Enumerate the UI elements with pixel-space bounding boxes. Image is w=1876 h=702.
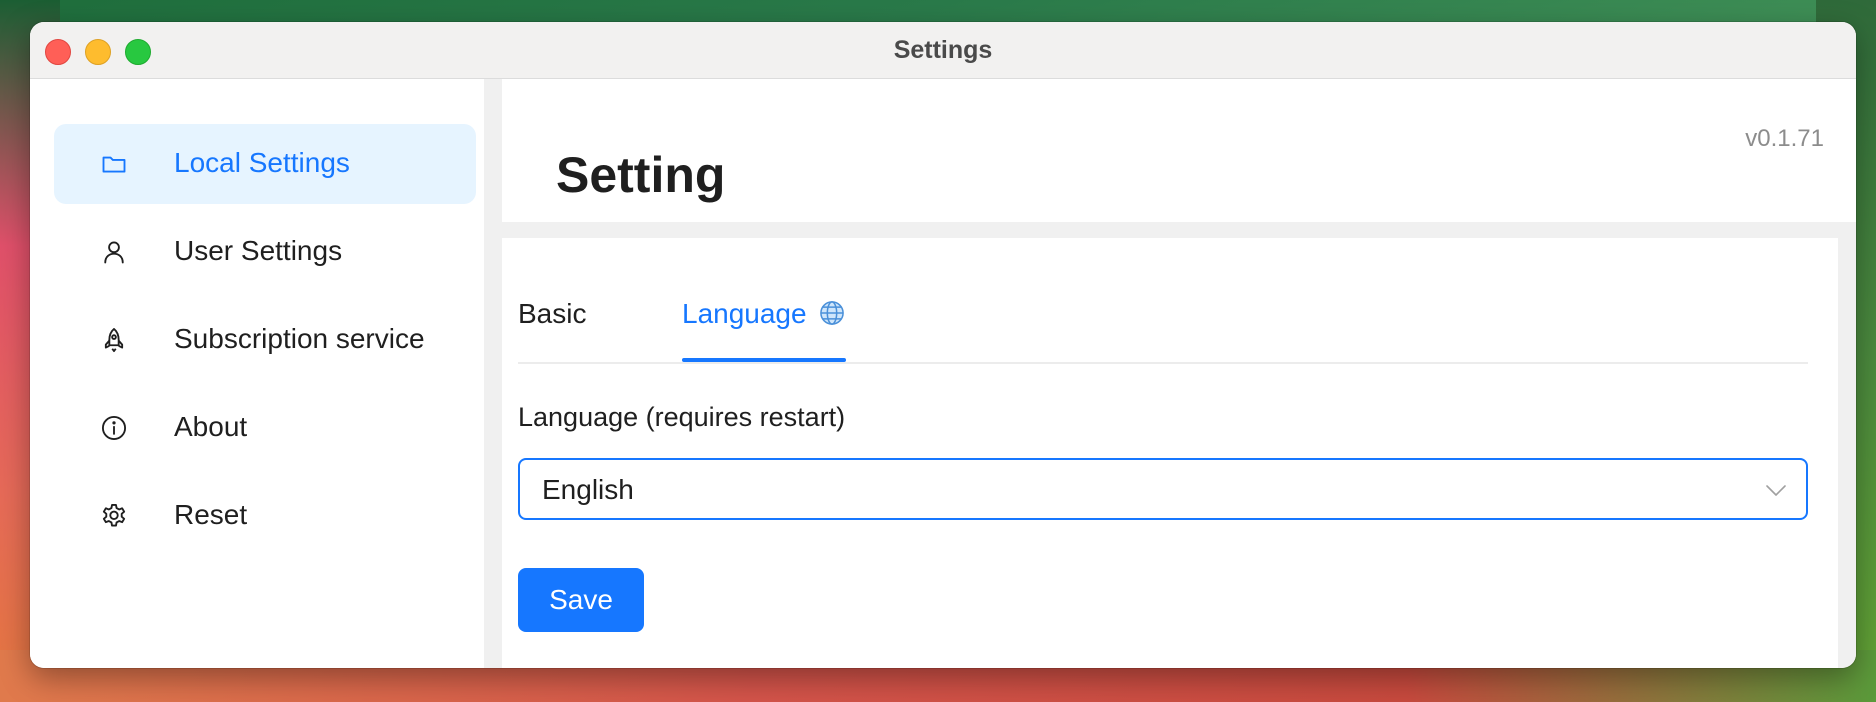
sidebar-item-label: Subscription service [174, 323, 425, 354]
settings-window: Settings Local Settings User Settings Su… [30, 22, 1856, 668]
sidebar-item-label: Local Settings [174, 147, 350, 178]
language-select-value: English [542, 474, 634, 505]
sidebar-item-local-settings[interactable]: Local Settings [54, 124, 476, 204]
language-field-label: Language (requires restart) [518, 402, 846, 432]
save-button[interactable]: Save [518, 568, 644, 632]
sidebar-item-label: Reset [174, 499, 248, 530]
globe-icon [820, 301, 845, 325]
sidebar-item-user-settings[interactable]: User Settings [54, 212, 476, 292]
sidebar-item-about[interactable]: About [54, 388, 476, 468]
sidebar-item-label: User Settings [174, 235, 343, 266]
sidebar-item-subscription-service[interactable]: Subscription service [54, 300, 476, 380]
user-icon [104, 241, 124, 264]
tab-bar: Basic Language [502, 238, 1838, 364]
tab-divider [518, 362, 1808, 364]
tab-basic[interactable]: Basic [518, 298, 586, 330]
tab-label: Basic [518, 298, 587, 329]
sidebar-item-label: About [174, 411, 248, 442]
info-icon [101, 415, 127, 441]
language-select[interactable]: English [518, 458, 1808, 520]
section-separator [502, 222, 1856, 238]
gear-icon [102, 503, 126, 527]
folder-icon [102, 156, 126, 173]
rocket-icon [104, 327, 124, 353]
page-title: Setting [556, 147, 726, 203]
sidebar-item-reset[interactable]: Reset [54, 476, 476, 556]
settings-card: Basic Language Language (requires restar… [502, 238, 1838, 668]
sidebar-divider [484, 79, 502, 668]
version-label: v0.1.71 [1745, 125, 1824, 152]
window-title: Settings [893, 36, 993, 64]
tab-label: Language [682, 298, 807, 329]
sidebar: Local Settings User Settings Subscriptio… [30, 79, 484, 668]
title-bar: Settings [30, 22, 1856, 79]
chevron-down-icon [1766, 485, 1786, 496]
tab-language[interactable]: Language [682, 298, 846, 330]
card-gutter [1838, 222, 1856, 668]
